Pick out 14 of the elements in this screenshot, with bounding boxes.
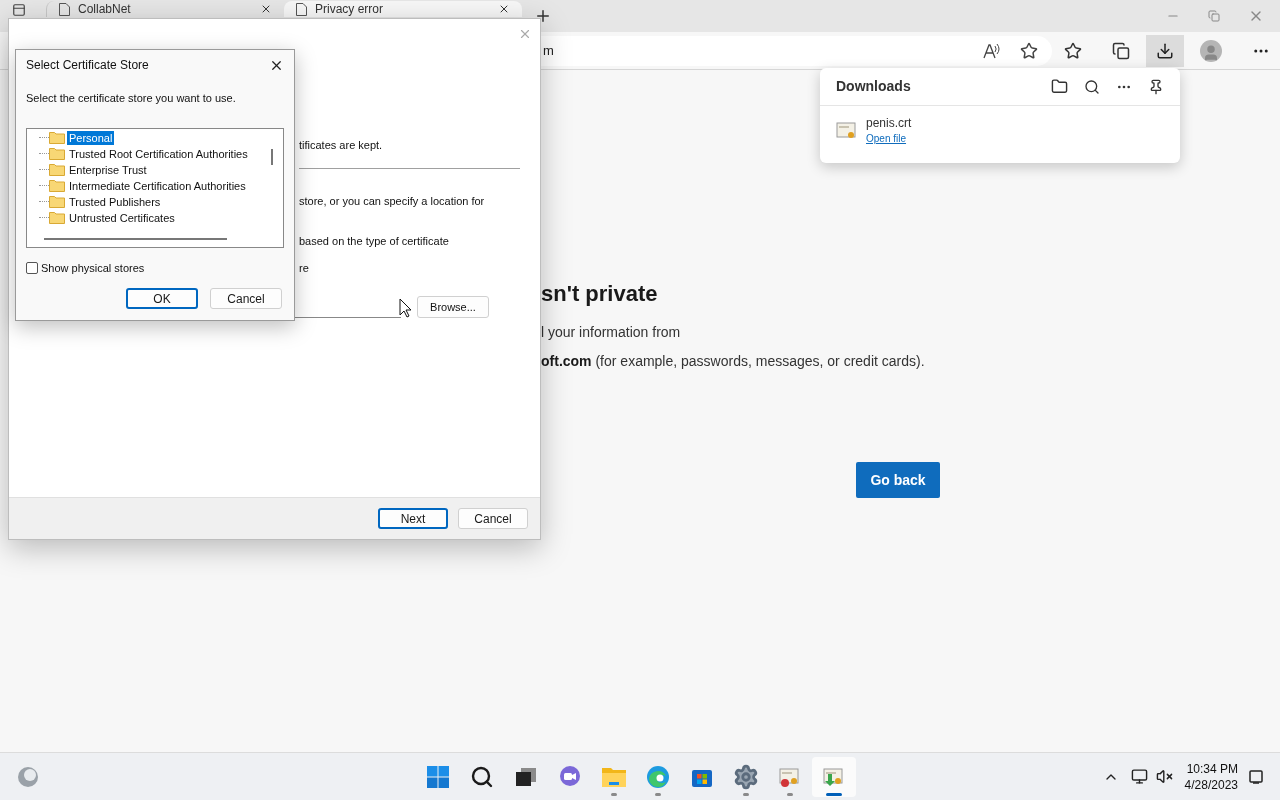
page-heading: sn't private <box>541 280 659 308</box>
wizard-text: based on the type of certificate <box>299 234 449 249</box>
tab-title: Privacy error <box>315 2 384 16</box>
wizard-text: re <box>299 260 309 276</box>
panel-title: Downloads <box>836 77 912 96</box>
dialog-title: Select Certificate Store <box>26 57 150 74</box>
checkbox-label: Show physical stores <box>41 260 145 276</box>
wizard-text: tificates are kept. <box>299 138 383 153</box>
dialog-prompt: Select the certificate store you want to use. <box>26 91 237 106</box>
page-text: l your information from <box>541 323 682 342</box>
file-name: penis.crt <box>866 116 912 131</box>
tab-title: CollabNet <box>78 2 132 16</box>
wizard-text: store, or you can specify a location for <box>299 193 485 209</box>
page-text: oft.com (for example, passwords, messages, or credit cards). <box>541 352 926 371</box>
